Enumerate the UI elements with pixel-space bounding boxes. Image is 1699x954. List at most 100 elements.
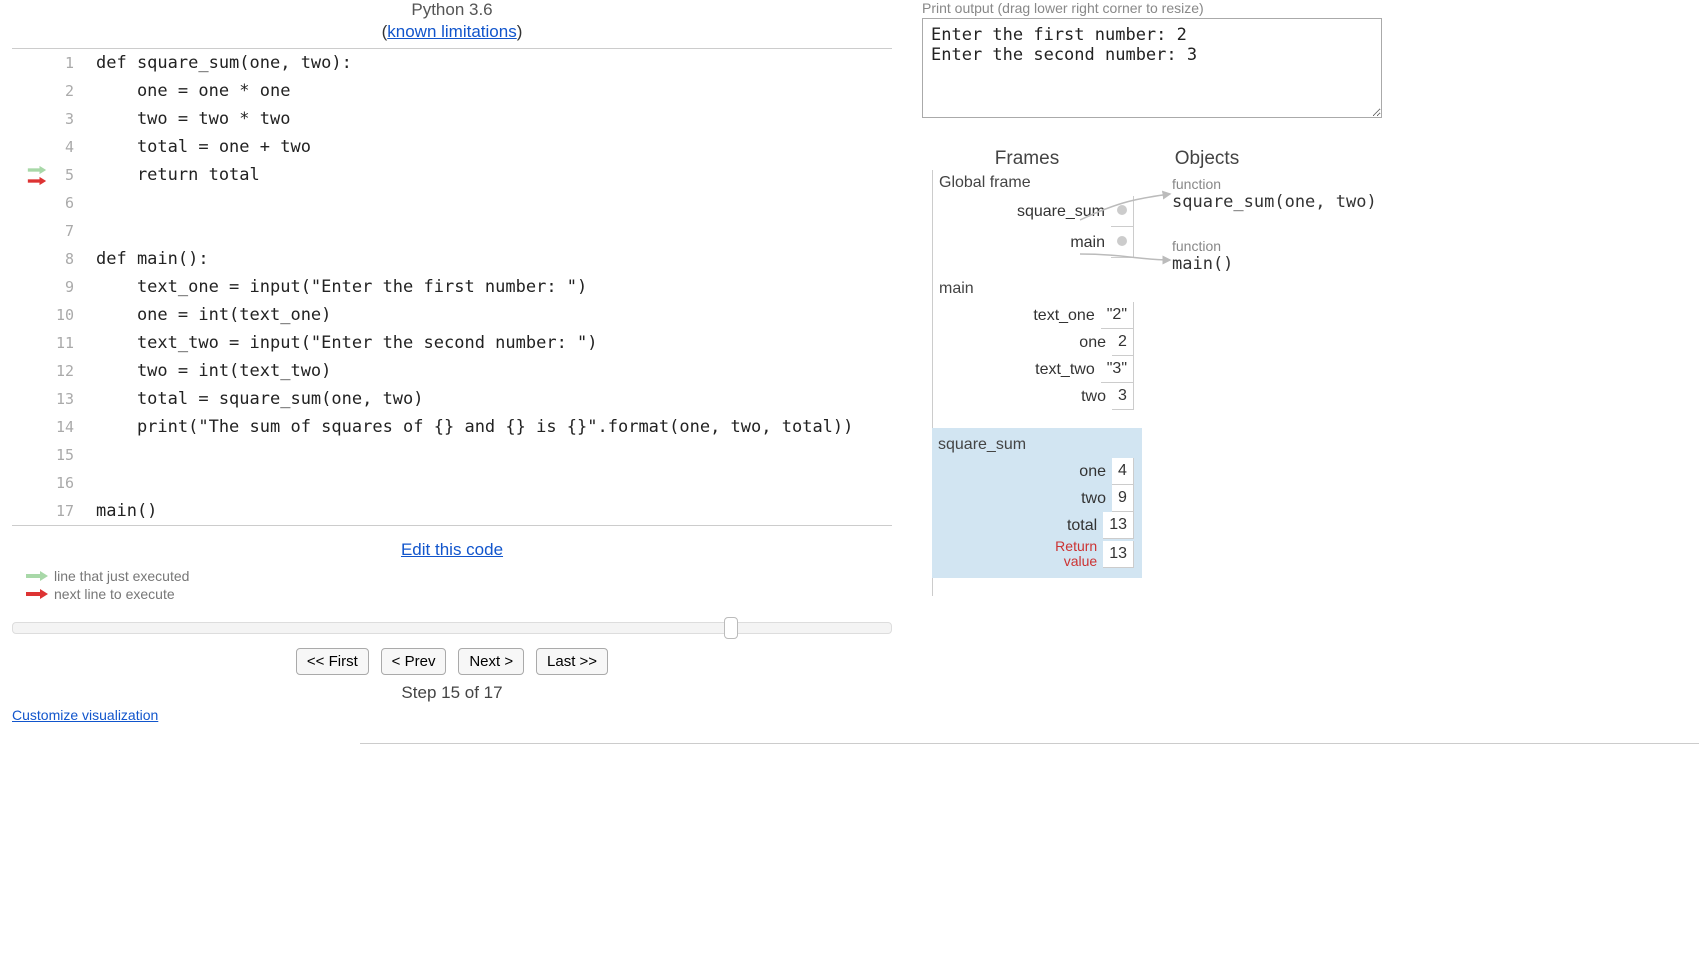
visualization: Global frame square_sum main main text_o… — [922, 170, 1687, 596]
line-number: 1 — [48, 54, 82, 72]
first-button[interactable]: << First — [296, 648, 369, 675]
code-text: text_two = input("Enter the second numbe… — [82, 333, 892, 353]
last-button[interactable]: Last >> — [536, 648, 608, 675]
pointer-dot-icon — [1117, 236, 1127, 246]
next-button[interactable]: Next > — [458, 648, 524, 675]
var-row: text_two "3" — [933, 356, 1142, 383]
line-number: 13 — [48, 390, 82, 408]
var-value: 3 — [1112, 383, 1134, 410]
var-name: one — [1022, 334, 1112, 352]
code-text: return total — [82, 165, 892, 185]
var-value: 9 — [1112, 485, 1134, 512]
customize-link[interactable]: Customize visualization — [12, 707, 158, 723]
object: function main() — [1172, 238, 1377, 274]
line-number: 8 — [48, 250, 82, 268]
var-value: 13 — [1103, 512, 1134, 539]
code-line: 3 two = two * two — [12, 105, 892, 133]
return-value: 13 — [1103, 541, 1134, 568]
code-line: 14 print("The sum of squares of {} and {… — [12, 413, 892, 441]
legend-next-text: next line to execute — [54, 586, 175, 602]
code-text: one = one * one — [82, 81, 892, 101]
just-executed-arrow-icon — [26, 165, 48, 175]
limitations-link[interactable]: known limitations — [387, 22, 516, 41]
frame-title: main — [933, 276, 1142, 302]
code-line: 17main() — [12, 497, 892, 525]
code-text: print("The sum of squares of {} and {} i… — [82, 417, 892, 437]
legend-next-arrow-icon — [26, 588, 48, 600]
prev-button[interactable]: < Prev — [381, 648, 447, 675]
slider-thumb[interactable] — [724, 617, 738, 639]
code-text: two = two * two — [82, 109, 892, 129]
var-row: two 9 — [932, 485, 1142, 512]
line-number: 12 — [48, 362, 82, 380]
edit-code-link[interactable]: Edit this code — [401, 540, 503, 559]
language-label: Python 3.6 — [12, 0, 892, 20]
pointer-dot-icon — [1117, 205, 1127, 215]
code-line: 9 text_one = input("Enter the first numb… — [12, 273, 892, 301]
code-line: 8def main(): — [12, 245, 892, 273]
code-line: 11 text_two = input("Enter the second nu… — [12, 329, 892, 357]
var-row: square_sum — [933, 196, 1142, 227]
var-name: two — [1022, 490, 1112, 508]
code-line: 7 — [12, 217, 892, 245]
frame-title: square_sum — [932, 432, 1142, 458]
code-line: 6 — [12, 189, 892, 217]
code-text: total = one + two — [82, 137, 892, 157]
var-row: text_one "2" — [933, 302, 1142, 329]
var-name: one — [1022, 463, 1112, 481]
var-row: total 13 — [932, 512, 1142, 539]
line-number: 2 — [48, 82, 82, 100]
output-box[interactable]: Enter the first number: 2 Enter the seco… — [922, 18, 1382, 118]
step-slider[interactable] — [12, 622, 892, 634]
line-number: 16 — [48, 474, 82, 492]
code-text: def square_sum(one, two): — [82, 53, 892, 73]
code-line: 5 return total — [12, 161, 892, 189]
code-line: 13 total = square_sum(one, two) — [12, 385, 892, 413]
square-sum-frame: square_sum one 4 two 9 total 13 Returnva… — [932, 428, 1142, 578]
line-number: 6 — [48, 194, 82, 212]
next-line-arrow-icon — [26, 176, 48, 186]
var-value — [1111, 196, 1134, 227]
line-number: 17 — [48, 502, 82, 520]
frame-title: Global frame — [933, 170, 1142, 196]
line-number: 9 — [48, 278, 82, 296]
code-line: 4 total = one + two — [12, 133, 892, 161]
var-value: 4 — [1112, 458, 1134, 485]
var-value — [1111, 227, 1134, 258]
return-label: Returnvalue — [1013, 539, 1103, 570]
var-value: "3" — [1101, 356, 1134, 383]
line-number: 5 — [48, 166, 82, 184]
code-line: 16 — [12, 469, 892, 497]
line-number: 3 — [48, 110, 82, 128]
code-text: main() — [82, 501, 892, 521]
object-type-label: function — [1172, 238, 1377, 254]
var-name: square_sum — [1017, 203, 1111, 221]
frames-header: Frames — [922, 148, 1132, 170]
legend-prev-arrow-icon — [26, 570, 48, 582]
legend-prev-text: line that just executed — [54, 568, 189, 584]
legend: line that just executed next line to exe… — [26, 568, 892, 602]
code-line: 1def square_sum(one, two): — [12, 49, 892, 77]
var-name: two — [1022, 388, 1112, 406]
code-text: total = square_sum(one, two) — [82, 389, 892, 409]
line-number: 7 — [48, 222, 82, 240]
line-number: 14 — [48, 418, 82, 436]
code-listing: 1def square_sum(one, two):2 one = one * … — [12, 48, 892, 526]
line-number: 4 — [48, 138, 82, 156]
var-value: 2 — [1112, 329, 1134, 356]
code-line: 12 two = int(text_two) — [12, 357, 892, 385]
code-text: def main(): — [82, 249, 892, 269]
main-frame: main text_one "2" one 2 text_two "3" two… — [932, 276, 1142, 410]
output-label: Print output (drag lower right corner to… — [922, 0, 1687, 16]
step-label: Step 15 of 17 — [12, 683, 892, 703]
var-row: one 2 — [933, 329, 1142, 356]
object: function square_sum(one, two) — [1172, 176, 1377, 212]
var-name: text_two — [1011, 361, 1101, 379]
code-line: 15 — [12, 441, 892, 469]
code-line: 10 one = int(text_one) — [12, 301, 892, 329]
code-text: two = int(text_two) — [82, 361, 892, 381]
var-name: text_one — [1011, 307, 1101, 325]
var-row: two 3 — [933, 383, 1142, 410]
code-text: text_one = input("Enter the first number… — [82, 277, 892, 297]
code-line: 2 one = one * one — [12, 77, 892, 105]
